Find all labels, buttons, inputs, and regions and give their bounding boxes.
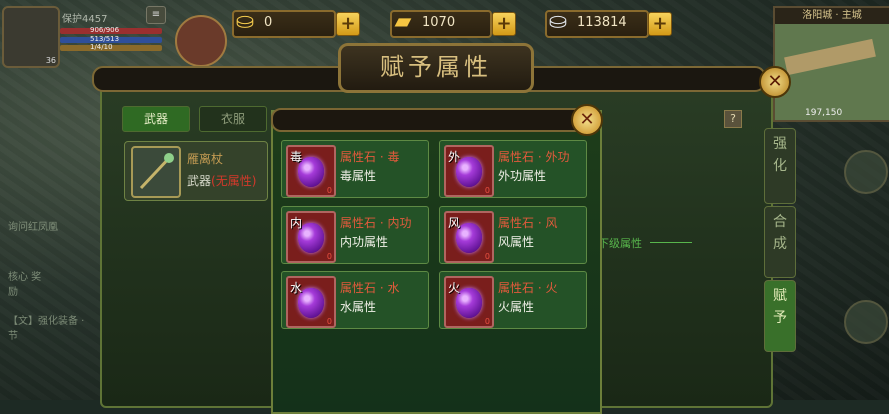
item-name: 属性石 · 外功 — [498, 150, 570, 164]
item-name: 属性石 · 风 — [498, 216, 558, 230]
side-tab-synthesize[interactable]: 合 成 — [764, 206, 796, 278]
currency-ingot: ⛀ 0 — [232, 9, 336, 38]
gem-count: 0 — [484, 186, 490, 195]
gem-tag: 外 — [448, 150, 461, 164]
gem-slot: 风 0 — [444, 211, 494, 263]
attribute-stone-internal[interactable]: 内 0 属性石 · 内功 内功属性 — [281, 206, 429, 264]
attribute-stone-wind[interactable]: 风 0 属性石 · 风 风属性 — [439, 206, 587, 264]
item-type: 水属性 — [340, 300, 377, 314]
side-tab-char: 强 — [773, 136, 787, 152]
side-tab-char: 化 — [773, 158, 787, 174]
chat-line: 核心 奖励 — [8, 272, 42, 298]
player-name: 保护4457 — [62, 14, 108, 25]
staff-icon — [131, 146, 181, 198]
gem-tag: 火 — [448, 281, 461, 295]
currency-gold-value: 1070 — [422, 15, 456, 30]
side-tab-strengthen[interactable]: 强 化 — [764, 128, 796, 204]
add-silver-button[interactable]: + — [648, 12, 672, 36]
side-tab-char: 成 — [773, 236, 787, 252]
gem-slot: 水 0 — [286, 276, 336, 328]
tab-weapon[interactable]: 武器 — [122, 106, 190, 132]
attribute-stone-fire[interactable]: 火 0 属性石 · 火 火属性 — [439, 271, 587, 329]
side-tab-char: 赋 — [773, 288, 787, 304]
item-name: 属性石 · 水 — [340, 281, 400, 295]
attribute-stone-water[interactable]: 水 0 属性石 · 水 水属性 — [281, 271, 429, 329]
minimap-coords: 197,150 — [805, 108, 843, 118]
ingot-icon: ⛀ — [235, 9, 255, 34]
dialog-title: 赋予属性 — [338, 43, 534, 93]
gem-count: 0 — [326, 186, 332, 195]
mp-bar-value: 513/513 — [90, 35, 120, 43]
gem-slot: 火 0 — [444, 276, 494, 328]
side-tab-char: 予 — [773, 310, 787, 326]
attribute-stone-poison[interactable]: 毒 0 属性石 · 毒 毒属性 — [281, 140, 429, 198]
equipment-paren-close: ) — [251, 174, 257, 188]
grid-menu-icon[interactable] — [844, 150, 888, 194]
hp-bar-value: 906/906 — [90, 26, 120, 34]
exp-bar: 1/4/10 — [60, 43, 162, 51]
exp-bar-value: 1/4/10 — [90, 43, 113, 51]
item-type: 内功属性 — [340, 235, 389, 249]
item-name: 属性石 · 内功 — [340, 216, 412, 230]
gem-slot: 内 0 — [286, 211, 336, 263]
next-level-hint: 下级属性 — [598, 237, 642, 250]
equipment-card[interactable]: 雁离杖 武器(无属性) — [124, 141, 268, 201]
gem-slot: 外 0 — [444, 145, 494, 197]
tab-clothes[interactable]: 衣服 — [199, 106, 267, 132]
minimap[interactable]: 洛阳城 · 主城 197,150 — [773, 6, 889, 122]
skill-icon[interactable] — [844, 300, 888, 344]
hp-bar: 906/906 — [60, 26, 162, 34]
gem-count: 0 — [326, 252, 332, 261]
equipment-info: 武器(无属性) — [187, 172, 256, 189]
popup-close-button[interactable]: ✕ — [571, 104, 603, 136]
dialog-close-button[interactable]: ✕ — [759, 66, 791, 98]
item-type: 毒属性 — [340, 169, 377, 183]
item-name: 属性石 · 火 — [498, 281, 558, 295]
currency-ingot-value: 0 — [264, 15, 273, 30]
chat-line: 询问红凤凰 — [8, 222, 58, 233]
currency-gold: ▰ 1070 — [390, 9, 492, 38]
item-name: 属性石 · 毒 — [340, 150, 400, 164]
minimap-road — [784, 38, 876, 76]
silver-ingot-icon: ⛀ — [548, 9, 568, 34]
currency-silver: ⛀ 113814 — [545, 9, 649, 38]
npc-portrait[interactable] — [175, 15, 227, 67]
player-level: 36 — [45, 56, 56, 65]
gem-tag: 毒 — [290, 150, 303, 164]
gem-slot: 毒 0 — [286, 145, 336, 197]
gold-bar-icon: ▰ — [394, 9, 412, 34]
gem-tag: 风 — [448, 216, 461, 230]
side-tab-assign[interactable]: 赋 予 — [764, 280, 796, 352]
side-tab-char: 合 — [773, 214, 787, 230]
help-button[interactable]: ? — [724, 110, 742, 128]
item-type: 风属性 — [498, 235, 535, 249]
menu-icon[interactable]: ≡ — [146, 6, 166, 24]
popup-title-bar — [271, 108, 597, 132]
gem-count: 0 — [484, 252, 490, 261]
gem-count: 0 — [484, 317, 490, 326]
item-type: 火属性 — [498, 300, 535, 314]
equipment-category: 武器 — [187, 174, 212, 188]
player-avatar[interactable]: 36 — [2, 6, 60, 68]
attribute-stone-external[interactable]: 外 0 属性石 · 外功 外功属性 — [439, 140, 587, 198]
add-gold-button[interactable]: + — [492, 12, 516, 36]
equipment-attr-status: 无属性 — [215, 174, 252, 188]
currency-silver-value: 113814 — [577, 15, 627, 30]
add-ingot-button[interactable]: + — [336, 12, 360, 36]
minimap-title: 洛阳城 · 主城 — [775, 8, 889, 24]
chat-line: 【文】强化装备 · 节 — [8, 316, 85, 342]
gem-tag: 内 — [290, 216, 303, 230]
item-type: 外功属性 — [498, 169, 547, 183]
gem-count: 0 — [326, 317, 332, 326]
hint-arrow — [650, 242, 692, 243]
equipment-name: 雁离杖 — [187, 152, 224, 166]
gem-tag: 水 — [290, 281, 303, 295]
